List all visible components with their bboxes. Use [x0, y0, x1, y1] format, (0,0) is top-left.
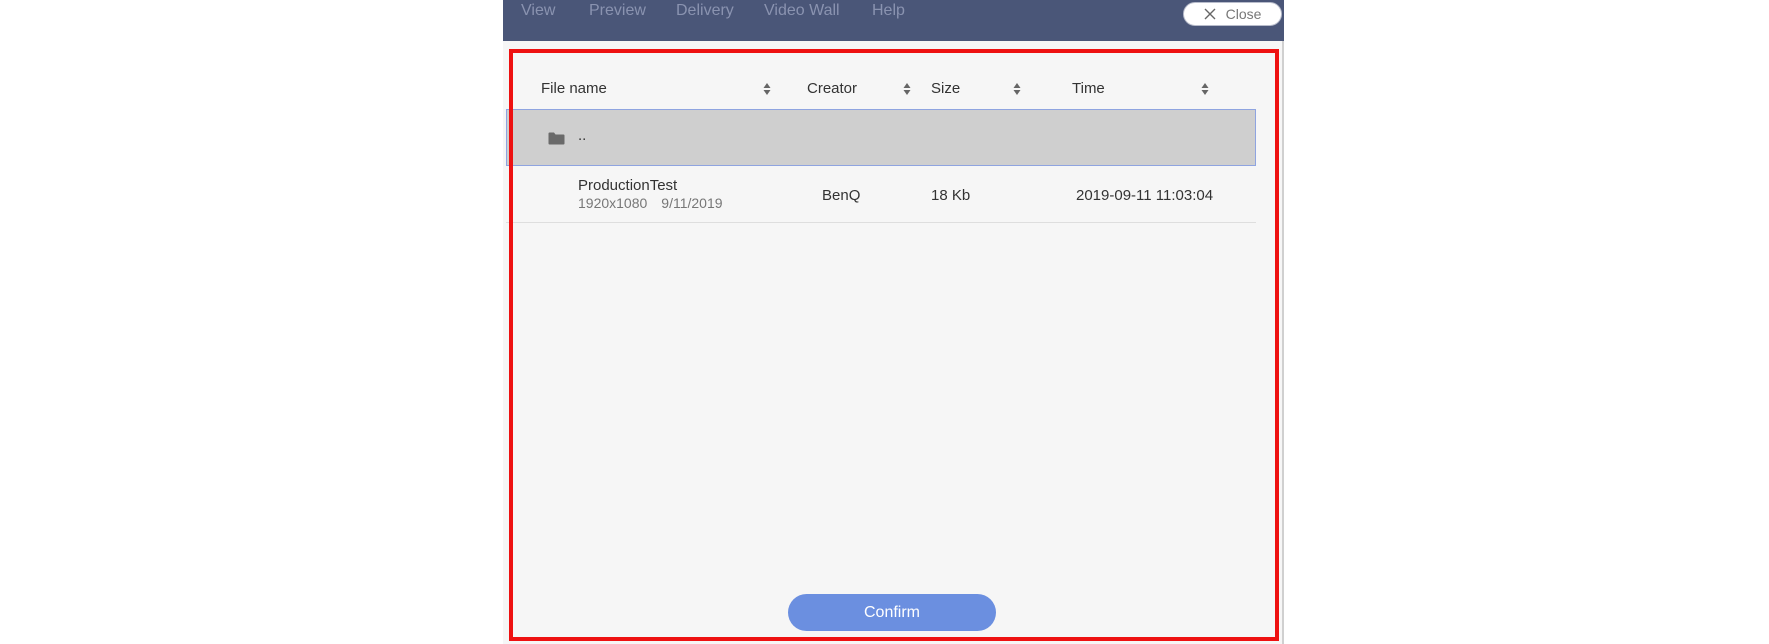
- file-time: 2019-09-11 11:03:04: [1076, 187, 1214, 204]
- file-meta: 1920x1080 9/11/2019: [578, 195, 723, 211]
- column-header-creator[interactable]: Creator: [807, 80, 857, 97]
- menu-item-preview[interactable]: Preview: [589, 2, 646, 20]
- menu-bar: View Preview Delivery Video Wall Help: [503, 0, 1284, 41]
- column-header-file-name[interactable]: File name: [541, 80, 607, 97]
- file-resolution: 1920x1080: [578, 195, 648, 211]
- table-row[interactable]: ProductionTest 1920x1080 9/11/2019 BenQ 1…: [506, 166, 1256, 223]
- menu-item-video-wall[interactable]: Video Wall: [764, 2, 840, 20]
- close-icon: [1204, 8, 1216, 20]
- column-header-size[interactable]: Size: [931, 80, 960, 97]
- close-button[interactable]: Close: [1183, 2, 1282, 26]
- column-header-time[interactable]: Time: [1072, 80, 1105, 97]
- sort-icon[interactable]: [903, 82, 911, 96]
- sort-icon[interactable]: [1013, 82, 1021, 96]
- table-header: File name Creator Size Time: [503, 80, 1284, 100]
- menu-item-delivery[interactable]: Delivery: [676, 2, 734, 20]
- folder-icon: [548, 132, 565, 145]
- parent-folder-row[interactable]: ..: [506, 109, 1256, 166]
- file-date: 9/11/2019: [661, 195, 723, 211]
- file-creator: BenQ: [822, 187, 861, 204]
- sort-icon[interactable]: [763, 82, 771, 96]
- file-name: ProductionTest: [578, 177, 678, 194]
- close-button-label: Close: [1225, 6, 1262, 22]
- parent-folder-label: ..: [578, 127, 587, 144]
- menu-item-view[interactable]: View: [521, 2, 555, 20]
- sort-icon[interactable]: [1201, 82, 1209, 96]
- menu-item-help[interactable]: Help: [872, 2, 905, 20]
- file-picker-window: View Preview Delivery Video Wall Help Cl…: [503, 0, 1284, 644]
- confirm-button[interactable]: Confirm: [788, 594, 996, 631]
- file-size: 18 Kb: [931, 187, 971, 204]
